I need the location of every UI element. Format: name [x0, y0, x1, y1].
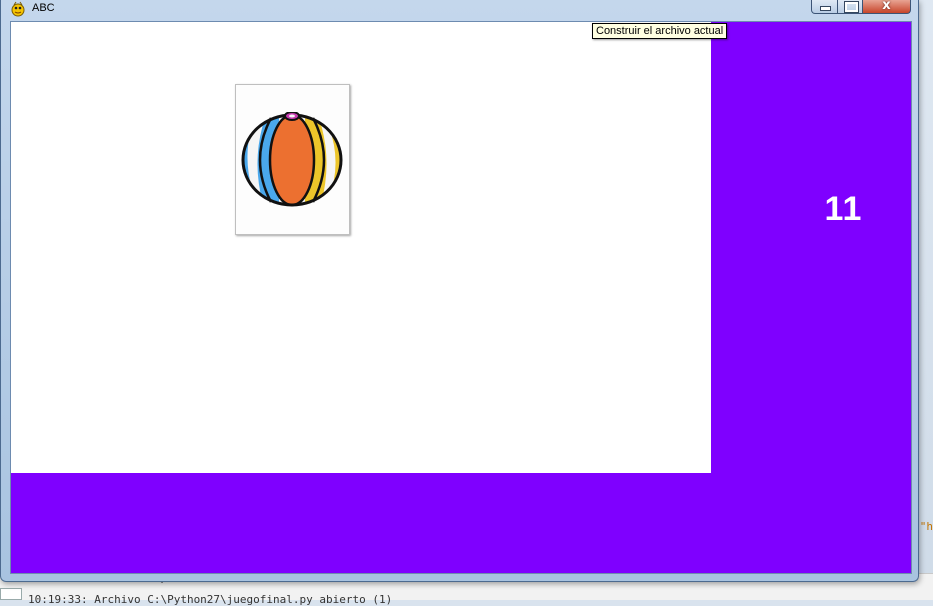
background-panel-toggle[interactable] — [0, 588, 22, 600]
minimize-button[interactable] — [811, 0, 838, 14]
beach-ball-icon — [241, 112, 343, 207]
pygame-snake-icon — [10, 1, 26, 17]
maximize-icon — [844, 1, 859, 13]
game-window: ABC x 11 — [0, 0, 919, 582]
close-button[interactable]: x — [862, 0, 911, 14]
minimize-icon — [820, 6, 831, 11]
game-canvas-area[interactable]: 11 — [10, 21, 912, 574]
maximize-button[interactable] — [837, 0, 863, 14]
title-bar[interactable]: ABC x — [1, 0, 918, 18]
background-code-snippet: "h — [919, 520, 933, 533]
score-counter: 11 — [824, 190, 863, 228]
close-icon: x — [882, 0, 891, 13]
window-title: ABC — [32, 2, 55, 14]
play-field[interactable] — [11, 22, 711, 473]
build-tooltip: Construir el archivo actual — [592, 23, 728, 39]
ball-card[interactable] — [235, 84, 350, 235]
